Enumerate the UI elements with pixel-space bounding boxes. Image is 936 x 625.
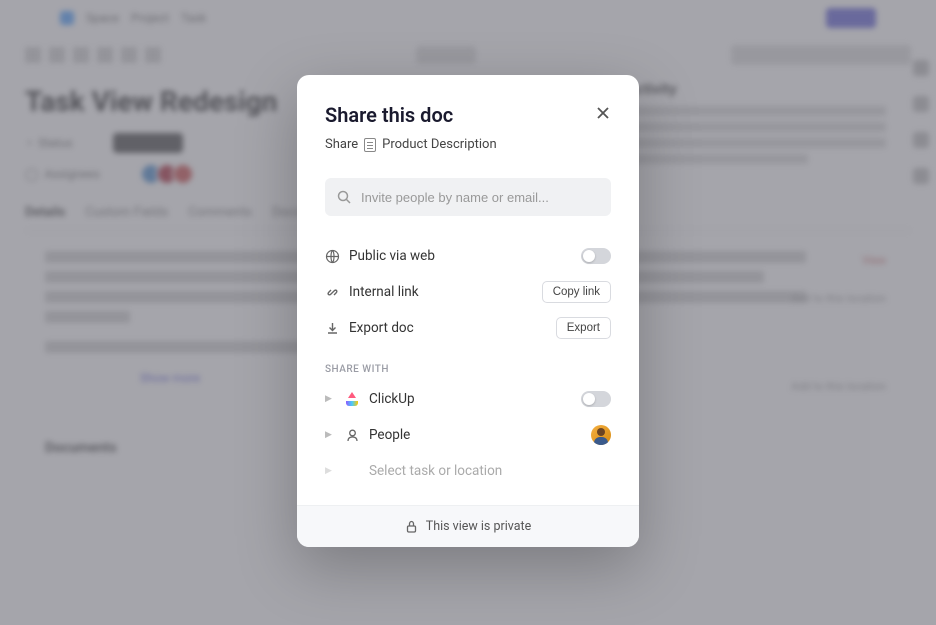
export-button[interactable]: Export xyxy=(556,317,611,339)
share-item-people[interactable]: ▶ People xyxy=(325,417,611,453)
option-label: Public via web xyxy=(349,248,581,264)
option-export: Export doc Export xyxy=(325,310,611,346)
share-item-label: People xyxy=(369,427,591,443)
search-icon xyxy=(337,190,351,204)
clickup-toggle[interactable] xyxy=(581,391,611,407)
download-icon xyxy=(325,321,340,336)
person-icon xyxy=(345,428,360,443)
invite-input[interactable] xyxy=(361,190,599,205)
modal-footer: This view is private xyxy=(297,505,639,547)
subtitle-prefix: Share xyxy=(325,137,358,152)
invite-search[interactable] xyxy=(325,178,611,216)
chevron-right-icon: ▶ xyxy=(325,394,345,404)
globe-icon xyxy=(325,249,340,264)
footer-text: This view is private xyxy=(426,519,532,534)
modal-title: Share this doc xyxy=(325,103,611,127)
option-public-web: Public via web xyxy=(325,238,611,274)
close-button[interactable] xyxy=(591,101,615,125)
share-modal: Share this doc Share Product Description… xyxy=(297,75,639,547)
option-label: Export doc xyxy=(349,320,556,336)
modal-subtitle: Share Product Description xyxy=(325,137,611,152)
option-internal-link: Internal link Copy link xyxy=(325,274,611,310)
doc-icon xyxy=(364,138,376,152)
link-icon xyxy=(325,285,340,300)
doc-name: Product Description xyxy=(382,137,497,152)
share-item-select-task[interactable]: ▶ Select task or location xyxy=(325,453,611,489)
avatar xyxy=(591,425,611,445)
lock-icon xyxy=(405,520,418,533)
share-item-label: Select task or location xyxy=(369,463,611,479)
share-with-heading: SHARE WITH xyxy=(297,354,639,381)
chevron-right-icon: ▶ xyxy=(325,430,345,440)
share-item-label: ClickUp xyxy=(369,391,581,407)
chevron-right-icon: ▶ xyxy=(325,466,345,476)
share-item-clickup[interactable]: ▶ ClickUp xyxy=(325,381,611,417)
clickup-icon xyxy=(345,392,359,406)
copy-link-button[interactable]: Copy link xyxy=(542,281,611,303)
option-label: Internal link xyxy=(349,284,542,300)
close-icon xyxy=(596,106,610,120)
public-toggle[interactable] xyxy=(581,248,611,264)
